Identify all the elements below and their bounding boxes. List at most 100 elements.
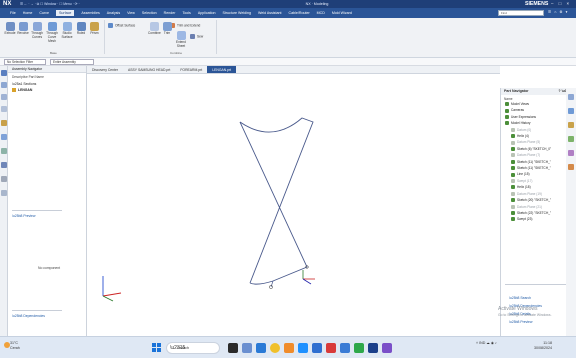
edge-icon[interactable]: [256, 343, 266, 353]
history-item-label: Model History: [511, 121, 531, 126]
menu-tab-application[interactable]: Application: [198, 11, 216, 15]
system-scene-icon[interactable]: [1, 176, 7, 182]
graphics-window[interactable]: [87, 74, 500, 336]
ruled-button[interactable]: Ruled: [75, 22, 87, 36]
roles-icon[interactable]: [1, 162, 7, 168]
nav-preview-section[interactable]: \u25b8 Preview: [12, 214, 35, 218]
start-button[interactable]: [152, 343, 162, 353]
app-icon[interactable]: [354, 343, 364, 353]
trim-extend-button[interactable]: Trim and Extend: [170, 23, 200, 28]
nx-taskbar-icon[interactable]: [368, 343, 378, 353]
chrome-icon[interactable]: [270, 343, 280, 353]
studio-surface-button[interactable]: Studio Surface: [60, 22, 74, 40]
nav-row-lengan[interactable]: LENGAN: [8, 87, 86, 93]
descriptive-part-name-header[interactable]: Descriptive Part Name: [8, 73, 86, 81]
web-browser-icon[interactable]: [1, 120, 7, 126]
quick-access-toolbar[interactable]: ☰ ← · → · ⧉ ☐ Window · ☐ Menu · ⟳ ·: [20, 2, 80, 6]
doc-tab-assy-samsung-head-prt[interactable]: ASSY SAMSUNG HEAD.prt: [123, 66, 175, 73]
render-icon[interactable]: [568, 164, 574, 170]
feature-icon: [511, 159, 515, 164]
search-icon: \u2315: [170, 345, 186, 351]
doc-tab-forearm-prt[interactable]: FOREARM.prt: [175, 66, 207, 73]
type-filter-select[interactable]: No Selection Filter: [4, 59, 46, 65]
menu-tab-selection[interactable]: Selection: [142, 11, 157, 15]
through-curve-mesh-button[interactable]: Through Curve Mesh: [45, 22, 59, 43]
menu-tab-view[interactable]: View: [127, 11, 135, 15]
curve-mesh-icon: [47, 22, 57, 31]
ribbon-tab-bar: File Home Curve Surface Assemblies Analysis Vi…: [0, 8, 576, 18]
nav-dependencies-section[interactable]: \u25b8 Dependencies: [12, 314, 45, 318]
nx-logo: NX: [3, 1, 12, 7]
document-tabs: Discovery Center ASSY SAMSUNG HEAD.prt FOR…: [87, 66, 500, 74]
history-icon[interactable]: [568, 122, 574, 128]
menu-tab-file[interactable]: File: [10, 11, 16, 15]
menu-tab-structure-welding[interactable]: Structure Welding: [222, 11, 251, 15]
taskbar-search[interactable]: \u2315 Search: [166, 342, 220, 354]
history-item-label: Datum Plane (19): [517, 191, 542, 196]
menu-tab-cable-router[interactable]: Cable/Router: [288, 11, 309, 15]
part-navigator-icon[interactable]: [1, 94, 7, 100]
settings-icon[interactable]: [1, 190, 7, 196]
weather-widget[interactable]: 31°C Cerah: [10, 341, 20, 351]
menu-tab-analysis[interactable]: Analysis: [107, 11, 120, 15]
command-finder-input[interactable]: Find: [498, 10, 544, 16]
through-curves-button[interactable]: Through Curves: [30, 22, 44, 40]
offset-surface-button[interactable]: Offset Surface: [108, 23, 135, 28]
revolve-button[interactable]: Revolve: [17, 22, 29, 36]
menu-tab-assemblies[interactable]: Assemblies: [81, 11, 99, 15]
scope-filter-select[interactable]: Entire Assembly: [50, 59, 94, 65]
menu-tab-render[interactable]: Render: [164, 11, 176, 15]
history-item[interactable]: Swept (23): [501, 216, 576, 222]
doc-tab-discovery-center[interactable]: Discovery Center: [87, 66, 123, 73]
role-icon[interactable]: [568, 108, 574, 114]
menu-tab-tools[interactable]: Tools: [182, 11, 190, 15]
sew-button[interactable]: Sew: [190, 34, 203, 39]
nav-divider: [12, 210, 62, 211]
extend-sheet-button[interactable]: Extend Sheet: [174, 31, 188, 49]
part-navigator: Part Navigator? \u00d7 Name Model ViewsC…: [500, 88, 576, 336]
file-explorer-icon[interactable]: [242, 343, 252, 353]
word-icon[interactable]: [340, 343, 350, 353]
reuse-library-icon[interactable]: [1, 106, 7, 112]
windows-logo-tile: [157, 348, 161, 352]
part-nav-preview-section[interactable]: \u25b8 Preview: [509, 320, 532, 324]
offset-surface-icon: [108, 23, 113, 28]
window-controls[interactable]: – □ ×: [551, 1, 571, 6]
trim-icon: [162, 22, 172, 31]
through-curves-icon: [32, 22, 42, 31]
system-tray[interactable]: ˄ IND ☁ ◉ ♪: [476, 341, 497, 345]
menu-right-icons[interactable]: ☰ ⌂ ⚙ ▾: [548, 10, 568, 14]
menu-tab-mcd[interactable]: MCD: [317, 11, 325, 15]
visual-icon[interactable]: [568, 150, 574, 156]
part-nav-search-section[interactable]: \u25b8 Search: [509, 296, 531, 300]
doc-tab-lengan-prt[interactable]: LENGAN.prt: [207, 66, 237, 73]
clock[interactable]: 11:18 30/08/2024: [534, 341, 552, 351]
history-icon[interactable]: [1, 134, 7, 140]
menu-tab-home[interactable]: Home: [23, 11, 33, 15]
windows-taskbar: 31°C Cerah \u2315 Search ˄ IND ☁ ◉ ♪ 11:1…: [0, 336, 576, 358]
prism-button[interactable]: Prism: [88, 22, 101, 36]
menu-tab-weld-assistant[interactable]: Weld Assistant: [258, 11, 282, 15]
combine-button[interactable]: Combine: [148, 22, 161, 36]
menu-tab-curve[interactable]: Curve: [39, 11, 49, 15]
mail-icon[interactable]: [312, 343, 322, 353]
trim-button[interactable]: Trim: [161, 22, 173, 36]
menu-tab-mold-wizard[interactable]: Mold Wizard: [332, 11, 352, 15]
swept-curve-back: [239, 121, 308, 285]
constraint-navigator-icon[interactable]: [1, 82, 7, 88]
firefox-icon[interactable]: [284, 343, 294, 353]
history-item-label: Cameras: [511, 108, 524, 113]
extrude-button[interactable]: Extrude: [4, 22, 16, 36]
store-icon[interactable]: [298, 343, 308, 353]
office-icon[interactable]: [326, 343, 336, 353]
history-item-label: Model Views: [511, 102, 530, 106]
menu-tab-surface[interactable]: Surface: [55, 10, 75, 16]
feature-icon: [505, 121, 509, 126]
system-materials-icon[interactable]: [568, 136, 574, 142]
widgets-app-icon[interactable]: [228, 343, 238, 353]
palette-icon[interactable]: [568, 94, 574, 100]
app-icon[interactable]: [382, 343, 392, 353]
assembly-navigator-icon[interactable]: [1, 70, 7, 76]
process-studio-icon[interactable]: [1, 148, 7, 154]
combine-icon: [149, 22, 159, 31]
